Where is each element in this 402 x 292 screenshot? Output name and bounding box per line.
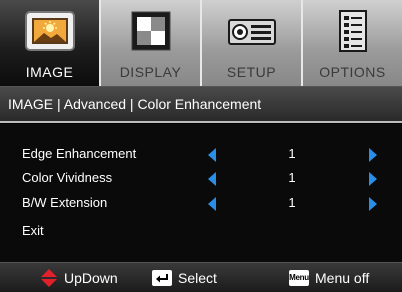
row-bw-extension[interactable]: B/W Extension 1: [0, 191, 402, 217]
key-hint-bar: UpDown Select Menu Menu off: [0, 262, 402, 292]
row-label: Edge Enhancement: [22, 146, 137, 161]
row-color-vividness[interactable]: Color Vividness 1: [0, 166, 402, 192]
arrow-right-icon[interactable]: [369, 148, 377, 162]
row-value: 1: [288, 170, 296, 185]
row-exit[interactable]: Exit: [0, 219, 402, 245]
tab-display-label: DISPLAY: [119, 64, 182, 80]
row-label: B/W Extension: [22, 195, 108, 210]
hint-updown-label: UpDown: [64, 270, 118, 286]
display-icon: [124, 10, 178, 52]
arrow-left-icon[interactable]: [208, 172, 216, 186]
tab-display[interactable]: DISPLAY: [101, 0, 202, 86]
breadcrumb-text: IMAGE | Advanced | Color Enhancement: [8, 96, 262, 112]
row-value: 1: [288, 146, 296, 161]
projector-osd-menu: IMAGE DISPLAY SETUP OPTIONS IMAGE | Adva…: [0, 0, 402, 292]
tab-setup[interactable]: SETUP: [202, 0, 303, 86]
up-down-icon: [41, 269, 57, 287]
hint-updown: UpDown: [40, 263, 118, 292]
row-label: Exit: [22, 223, 44, 238]
menu-tab-bar: IMAGE DISPLAY SETUP OPTIONS: [0, 0, 402, 87]
row-label: Color Vividness: [22, 170, 113, 185]
menu-key-icon: Menu: [289, 270, 309, 286]
hint-menu-off: Menu Menu off: [289, 263, 369, 292]
tab-image-label: IMAGE: [25, 64, 74, 80]
hint-select: Select: [152, 263, 217, 292]
hint-select-label: Select: [178, 270, 217, 286]
options-list-icon: [326, 10, 380, 52]
breadcrumb: IMAGE | Advanced | Color Enhancement: [0, 87, 402, 123]
row-edge-enhancement[interactable]: Edge Enhancement 1: [0, 142, 402, 168]
arrow-left-icon[interactable]: [208, 148, 216, 162]
arrow-right-icon[interactable]: [369, 197, 377, 211]
settings-list: Edge Enhancement 1 Color Vividness 1 B/W…: [0, 124, 402, 262]
arrow-right-icon[interactable]: [369, 172, 377, 186]
tab-options[interactable]: OPTIONS: [303, 0, 402, 86]
hint-menu-off-label: Menu off: [315, 270, 370, 286]
tab-setup-label: SETUP: [226, 64, 277, 80]
arrow-left-icon[interactable]: [208, 197, 216, 211]
row-value: 1: [288, 195, 296, 210]
tab-options-label: OPTIONS: [319, 64, 386, 80]
enter-key-icon: [152, 270, 172, 286]
tab-image[interactable]: IMAGE: [0, 0, 101, 86]
projector-icon: [225, 10, 279, 52]
image-icon: [23, 10, 77, 52]
